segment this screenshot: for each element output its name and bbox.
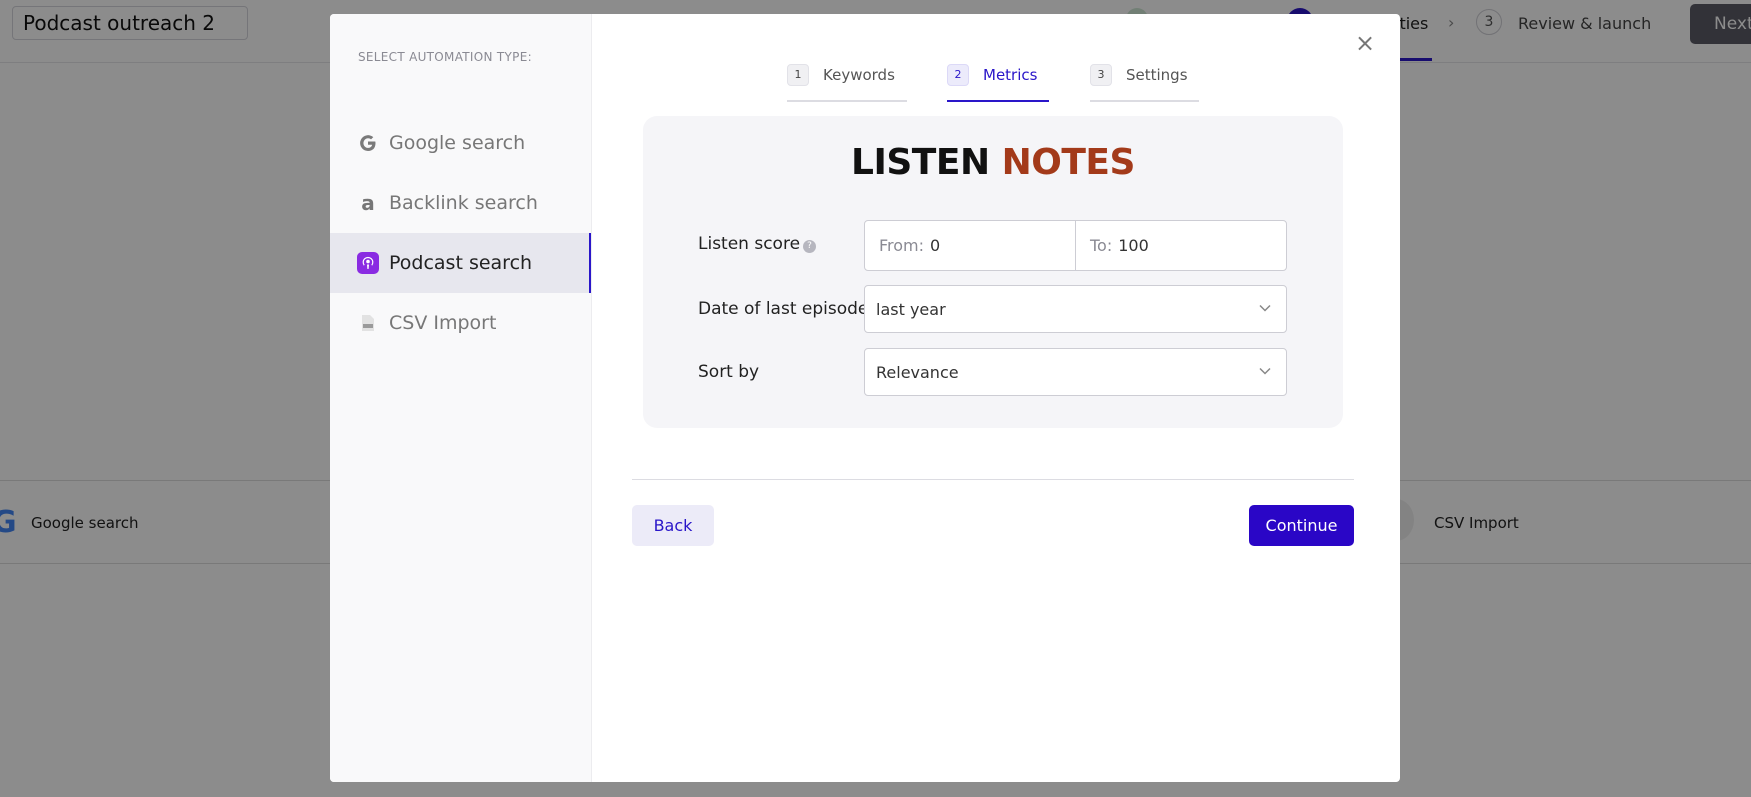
tab-underline <box>947 100 1049 102</box>
chevron-down-icon <box>1259 367 1271 375</box>
sidebar-item-backlink-search[interactable]: a Backlink search <box>330 173 591 233</box>
logo-word-1: LISTEN <box>851 142 990 183</box>
podcast-icon <box>357 252 379 274</box>
tab-settings[interactable]: 3 Settings <box>1090 50 1199 102</box>
sidebar-item-podcast-search[interactable]: Podcast search <box>330 233 591 293</box>
listen-score-range: From: 0 To: 100 <box>864 220 1287 271</box>
sidebar-item-label: Podcast search <box>389 252 533 274</box>
listen-score-from-input[interactable]: From: 0 <box>865 221 1075 270</box>
sidebar-item-google-search[interactable]: Google search <box>330 113 591 173</box>
tab-underline <box>1090 100 1199 102</box>
tab-number: 3 <box>1090 64 1112 86</box>
sidebar-item-label: Backlink search <box>389 192 538 214</box>
metrics-card: LISTEN NOTES Listen score? From: 0 To: 1… <box>643 116 1343 428</box>
continue-button[interactable]: Continue <box>1249 505 1354 546</box>
last-episode-select[interactable]: last year <box>864 285 1287 333</box>
sidebar-title: SELECT AUTOMATION TYPE: <box>358 50 532 64</box>
csv-file-icon <box>357 312 379 334</box>
back-button[interactable]: Back <box>632 505 714 546</box>
listen-score-to-input[interactable]: To: 100 <box>1075 221 1286 270</box>
tab-underline <box>787 100 907 102</box>
listen-score-label: Listen score? <box>698 234 817 254</box>
last-episode-value: last year <box>876 299 946 319</box>
close-icon[interactable]: × <box>1352 30 1378 56</box>
sort-by-value: Relevance <box>876 362 959 382</box>
sort-by-label: Sort by <box>698 362 760 382</box>
from-prefix: From: <box>879 236 925 255</box>
tab-keywords[interactable]: 1 Keywords <box>787 50 907 102</box>
ahrefs-icon: a <box>361 191 375 215</box>
footer-divider <box>632 479 1354 480</box>
tab-label: Keywords <box>823 66 895 84</box>
to-prefix: To: <box>1090 236 1113 255</box>
sort-by-select[interactable]: Relevance <box>864 348 1287 396</box>
listen-notes-logo: LISTEN NOTES <box>643 142 1343 183</box>
tab-label: Settings <box>1126 66 1188 84</box>
automation-modal: SELECT AUTOMATION TYPE: Google search a … <box>330 14 1400 782</box>
tab-label: Metrics <box>983 66 1038 84</box>
last-episode-label: Date of last episode <box>698 299 869 319</box>
from-value: 0 <box>930 236 941 255</box>
chevron-down-icon <box>1259 304 1271 312</box>
tab-metrics[interactable]: 2 Metrics <box>947 50 1049 102</box>
logo-word-2: NOTES <box>1001 142 1136 183</box>
sidebar-item-label: Google search <box>389 132 526 154</box>
tab-number: 1 <box>787 64 809 86</box>
google-icon <box>357 132 379 154</box>
to-value: 100 <box>1118 236 1149 255</box>
sidebar-item-csv-import[interactable]: CSV Import <box>330 293 591 353</box>
automation-type-sidebar: SELECT AUTOMATION TYPE: Google search a … <box>330 14 592 782</box>
sidebar-item-label: CSV Import <box>389 312 497 334</box>
info-icon[interactable]: ? <box>803 240 817 253</box>
tab-number: 2 <box>947 64 969 86</box>
listen-score-label-text: Listen score <box>698 234 801 254</box>
